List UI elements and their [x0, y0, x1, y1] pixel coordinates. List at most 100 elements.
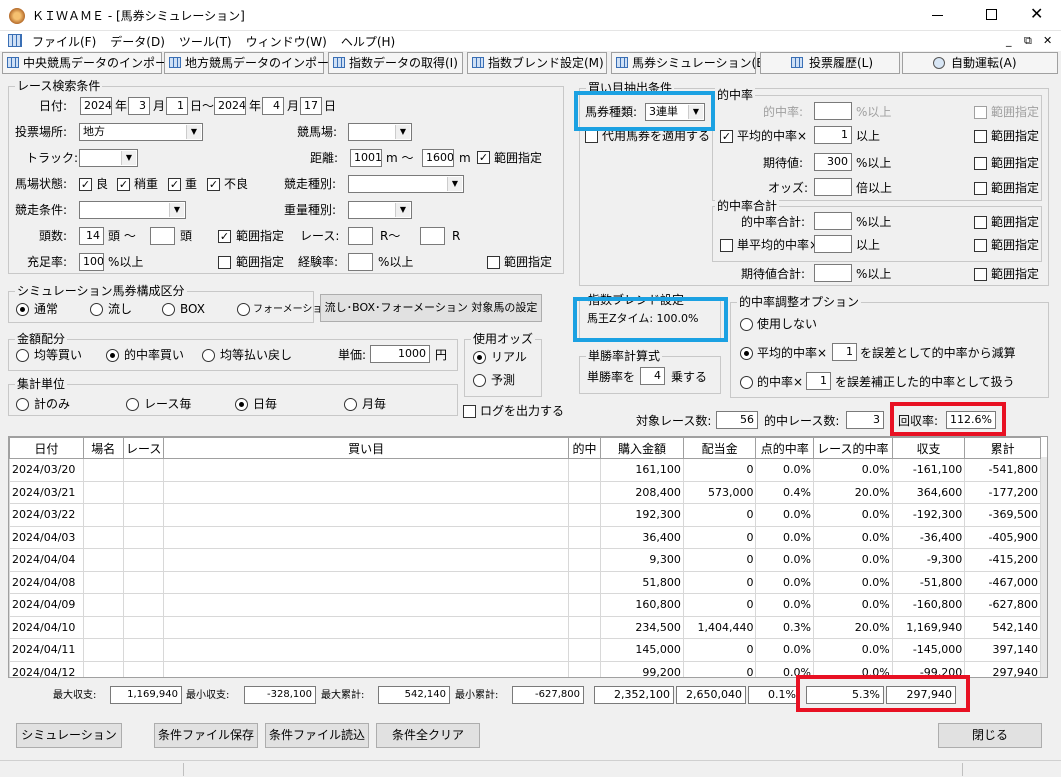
col-purchase[interactable]: 購入金額 — [600, 437, 684, 459]
col-bets[interactable]: 買い目 — [163, 437, 569, 459]
adjust-none-radio[interactable] — [740, 318, 753, 331]
menu-tools[interactable]: ツール(T) — [179, 35, 232, 49]
auto-run-button[interactable]: 自動運転(A) — [902, 52, 1058, 74]
heads-from-input[interactable]: 14 — [79, 227, 104, 245]
agg-day-radio[interactable] — [235, 398, 248, 411]
fill-range-checkbox[interactable] — [218, 256, 231, 269]
simulation-button[interactable]: シミュレーション — [16, 723, 122, 748]
exp-range-checkbox[interactable] — [487, 256, 500, 269]
heads-range-checkbox[interactable]: ✓ — [218, 230, 231, 243]
venue-select[interactable]: 地方 ▼ — [79, 123, 203, 141]
avg-hit-range-checkbox[interactable] — [974, 130, 987, 143]
hit-total-range-checkbox[interactable] — [974, 216, 987, 229]
table-row[interactable]: 2024/03/22 192,300 0 0.0% 0.0% -192,300 -369,5… — [9, 503, 1041, 527]
from-day-input[interactable]: 1 — [166, 97, 188, 115]
track-type-select[interactable]: ▼ — [79, 149, 138, 167]
exp-input[interactable] — [348, 253, 373, 271]
table-row[interactable]: 2024/04/08 51,800 0 0.0% 0.0% -51,800 -467,000 — [9, 570, 1041, 594]
log-checkbox[interactable] — [463, 405, 476, 418]
from-month-input[interactable]: 3 — [128, 97, 150, 115]
to-day-input[interactable]: 17 — [300, 97, 322, 115]
exp-total-input[interactable] — [814, 264, 852, 282]
agg-month-radio[interactable] — [344, 398, 357, 411]
distance-from-input[interactable]: 1001 — [350, 149, 382, 167]
table-row[interactable]: 2024/03/21 208,400 573,000 0.4% 20.0% 364,600… — [9, 480, 1041, 504]
mdi-restore-icon[interactable]: ⧉ — [1024, 33, 1032, 49]
save-conditions-button[interactable]: 条件ファイル保存 — [154, 723, 258, 748]
import-central-button[interactable]: 中央競馬データのインポート(J) — [2, 52, 192, 74]
load-conditions-button[interactable]: 条件ファイル読込 — [265, 723, 369, 748]
col-point-hit[interactable]: 点的中率 — [755, 437, 814, 459]
exp-total-range-checkbox[interactable] — [974, 268, 987, 281]
import-local-button[interactable]: 地方競馬データのインポート(N) — [164, 52, 359, 74]
hit-total-input[interactable] — [814, 212, 852, 230]
adjust-avg-radio[interactable] — [740, 347, 753, 360]
adjust-rate-input[interactable]: 1 — [806, 372, 831, 390]
simulation-tab-button[interactable]: 馬券シミュレーション(B) — [611, 52, 769, 74]
col-income[interactable]: 収支 — [891, 437, 966, 459]
avg-hit-input[interactable]: 1 — [814, 126, 852, 144]
hit-rate-input[interactable] — [814, 102, 852, 120]
agg-total-radio[interactable] — [16, 398, 29, 411]
adjust-avg-input[interactable]: 1 — [832, 343, 857, 361]
minimize-icon[interactable] — [932, 15, 943, 16]
heads-to-input[interactable] — [150, 227, 175, 245]
col-venue[interactable]: 場名 — [82, 437, 124, 459]
table-row[interactable]: 2024/04/03 36,400 0 0.0% 0.0% -36,400 -405,900 — [9, 525, 1041, 549]
odds-input[interactable] — [814, 178, 852, 196]
race-to-input[interactable] — [420, 227, 445, 245]
race-from-input[interactable] — [348, 227, 373, 245]
table-row[interactable]: 2024/03/20 161,100 0 0.0% 0.0% -161,100 -541,8… — [9, 458, 1041, 482]
race-type-select[interactable]: ▼ — [348, 175, 464, 193]
distance-range-checkbox[interactable]: ✓ — [477, 151, 490, 164]
menu-window[interactable]: ウィンドウ(W) — [246, 35, 327, 49]
menu-file[interactable]: ファイル(F) — [32, 35, 96, 49]
col-payout[interactable]: 配当金 — [682, 437, 757, 459]
menu-help[interactable]: ヘルプ(H) — [341, 35, 395, 49]
col-race-hit[interactable]: レース的中率 — [812, 437, 893, 459]
fill-input[interactable]: 100 — [79, 253, 104, 271]
equal-payout-radio[interactable] — [202, 349, 215, 362]
col-date[interactable]: 日付 — [9, 437, 84, 459]
cond-good-checkbox[interactable]: ✓ — [79, 178, 92, 191]
structure-normal-radio[interactable] — [16, 303, 29, 316]
cond-slight-checkbox[interactable]: ✓ — [117, 178, 130, 191]
weight-select[interactable]: ▼ — [348, 201, 412, 219]
odds-forecast-radio[interactable] — [473, 374, 486, 387]
blend-settings-button[interactable]: 指数ブレンド設定(M) — [467, 52, 607, 74]
menu-data[interactable]: データ(D) — [110, 35, 165, 49]
agg-race-radio[interactable] — [126, 398, 139, 411]
hit-rate-range-checkbox[interactable] — [974, 106, 987, 119]
mdi-close-icon[interactable]: ✕ — [1043, 33, 1052, 49]
cond-heavy-checkbox[interactable]: ✓ — [168, 178, 181, 191]
avg-hit-checkbox[interactable]: ✓ — [720, 130, 733, 143]
col-hit[interactable]: 的中 — [567, 437, 602, 459]
alt-ticket-checkbox[interactable] — [585, 130, 598, 143]
structure-nagashi-radio[interactable] — [90, 303, 103, 316]
racecourse-select[interactable]: ▼ — [348, 123, 412, 141]
win-calc-input[interactable]: 4 — [640, 367, 665, 385]
table-scrollbar[interactable] — [1041, 457, 1047, 677]
get-index-button[interactable]: 指数データの取得(I) — [328, 52, 463, 74]
structure-box-radio[interactable] — [162, 303, 175, 316]
single-avg-checkbox[interactable] — [720, 239, 733, 252]
close-icon[interactable]: ✕ — [1030, 4, 1043, 23]
clear-conditions-button[interactable]: 条件全クリア — [376, 723, 480, 748]
from-year-input[interactable]: 2024 — [80, 97, 112, 115]
col-race[interactable]: レース — [122, 437, 165, 459]
table-row[interactable]: 2024/04/10 234,500 1,404,440 0.3% 20.0% 1,169… — [9, 615, 1041, 639]
structure-formation-radio[interactable] — [237, 303, 250, 316]
cond-bad-checkbox[interactable]: ✓ — [207, 178, 220, 191]
close-button[interactable]: 閉じる — [938, 723, 1042, 748]
single-avg-input[interactable] — [814, 235, 852, 253]
odds-range-checkbox[interactable] — [974, 182, 987, 195]
table-row[interactable]: 2024/04/09 160,800 0 0.0% 0.0% -160,800 -627,8… — [9, 593, 1041, 617]
adjust-rate-radio[interactable] — [740, 376, 753, 389]
equal-buy-radio[interactable] — [16, 349, 29, 362]
col-cumulative[interactable]: 累計 — [964, 437, 1041, 459]
table-row[interactable]: 2024/04/11 145,000 0 0.0% 0.0% -145,000 397,14… — [9, 638, 1041, 662]
expected-input[interactable]: 300 — [814, 153, 852, 171]
mdi-minimize-icon[interactable]: _ — [1006, 33, 1012, 49]
distance-to-input[interactable]: 1600 — [422, 149, 454, 167]
maximize-icon[interactable] — [986, 9, 997, 20]
